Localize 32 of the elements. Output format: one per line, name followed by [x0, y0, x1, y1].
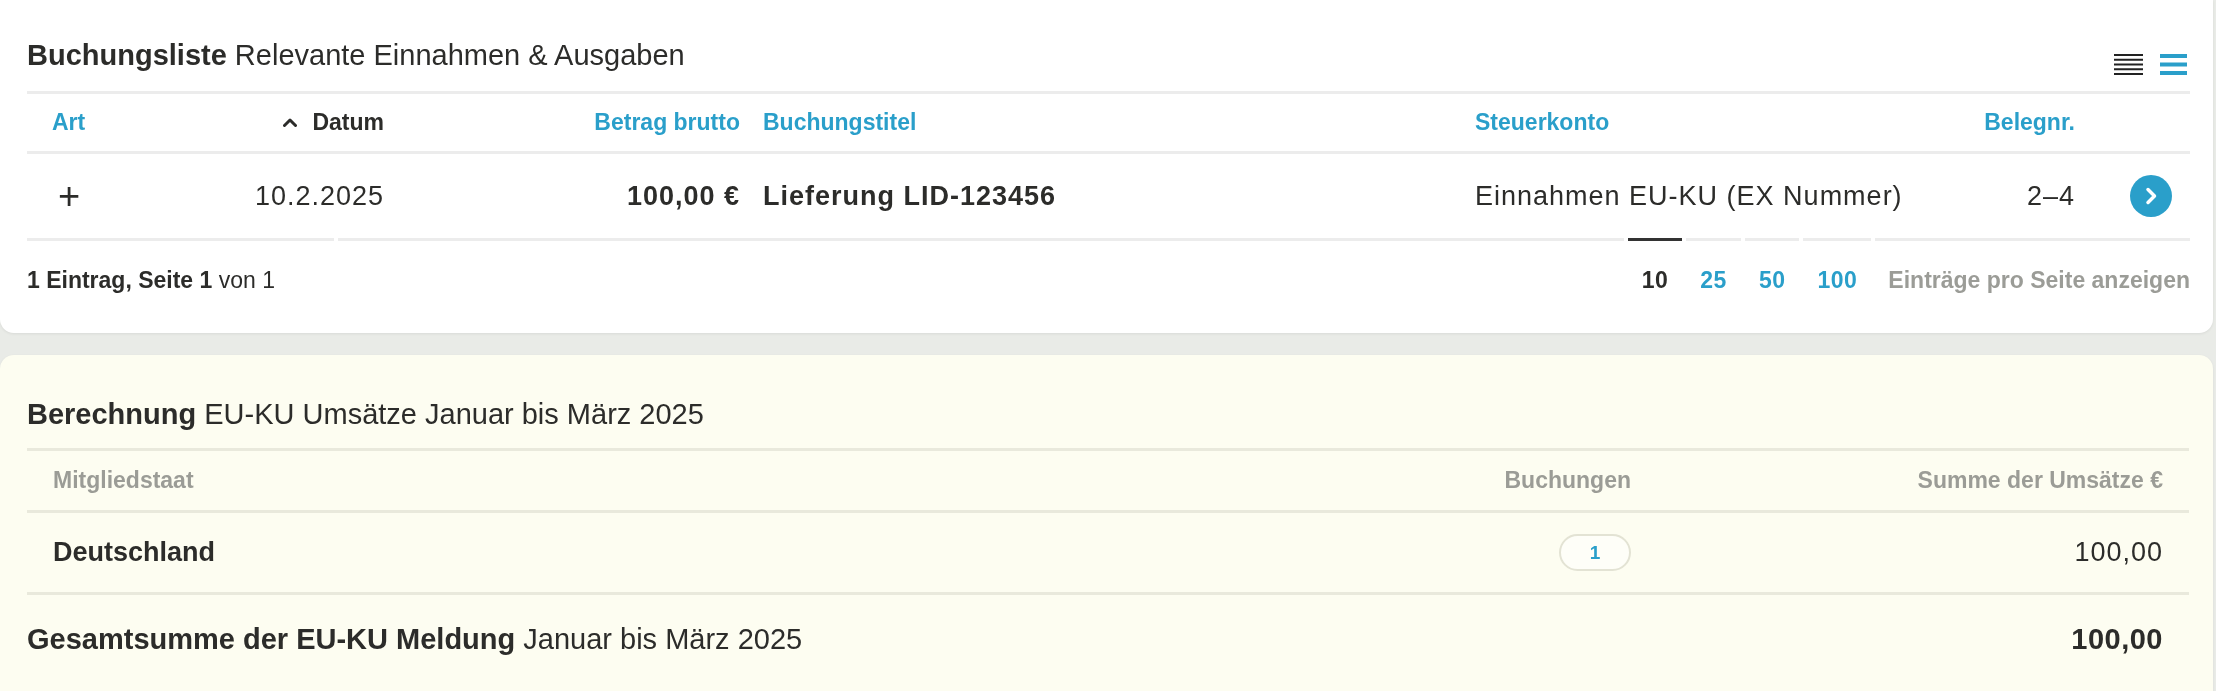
column-header[interactable]: Betrag brutto [594, 109, 740, 136]
plus-sign: + [57, 177, 82, 215]
table-cell: 2–4 [2026, 180, 2075, 212]
page-size-link[interactable]: 100 [1803, 238, 1872, 319]
column-header[interactable]: Belegnr. [1984, 109, 2075, 136]
count-badge[interactable]: 1 [1559, 534, 1631, 571]
dense-list-icon[interactable] [2114, 54, 2143, 75]
page-size-link[interactable]: 25 [1686, 238, 1741, 319]
column-header: Buchungen [1504, 467, 1631, 494]
page-size-label: Einträge pro Seite anzeigen [1888, 266, 2190, 294]
chevron-right-icon[interactable] [2130, 175, 2172, 217]
table-cell: Lieferung LID-123456 [763, 180, 1057, 212]
column-header[interactable]: Steuerkonto [1475, 109, 1610, 136]
total-sum: 100,00 [2071, 622, 2164, 656]
card-title: Buchungsliste Relevante Einnahmen & Ausgaben [27, 38, 685, 73]
page-size-link[interactable]: 10 [1627, 238, 1683, 319]
table-cell: 10.2.2025 [254, 180, 384, 212]
caret-up-icon [283, 118, 298, 127]
table-cell: 100,00 € [626, 180, 740, 212]
table-cell: Deutschland [53, 537, 216, 568]
column-header[interactable]: Datum [283, 109, 384, 136]
page-size-link[interactable]: 50 [1744, 238, 1800, 319]
pagination-summary: 1 Eintrag, Seite 1 von 1 [27, 266, 275, 294]
card-title: Berechnung EU-KU Umsätze Januar bis März 2025 [27, 397, 705, 432]
table-cell: 100,00 [2074, 537, 2163, 568]
total-label: Gesamtsumme der EU-KU Meldung Januar bis März 2025 [27, 622, 803, 656]
column-header[interactable]: Art [52, 109, 86, 136]
column-header: Summe der Umsätze € [1917, 467, 2163, 494]
column-header[interactable]: Buchungstitel [763, 109, 917, 136]
column-header: Mitgliedstaat [53, 467, 194, 494]
list-icon[interactable] [2160, 54, 2187, 75]
table-cell: Einnahmen EU-KU (EX Nummer) [1475, 180, 1903, 212]
